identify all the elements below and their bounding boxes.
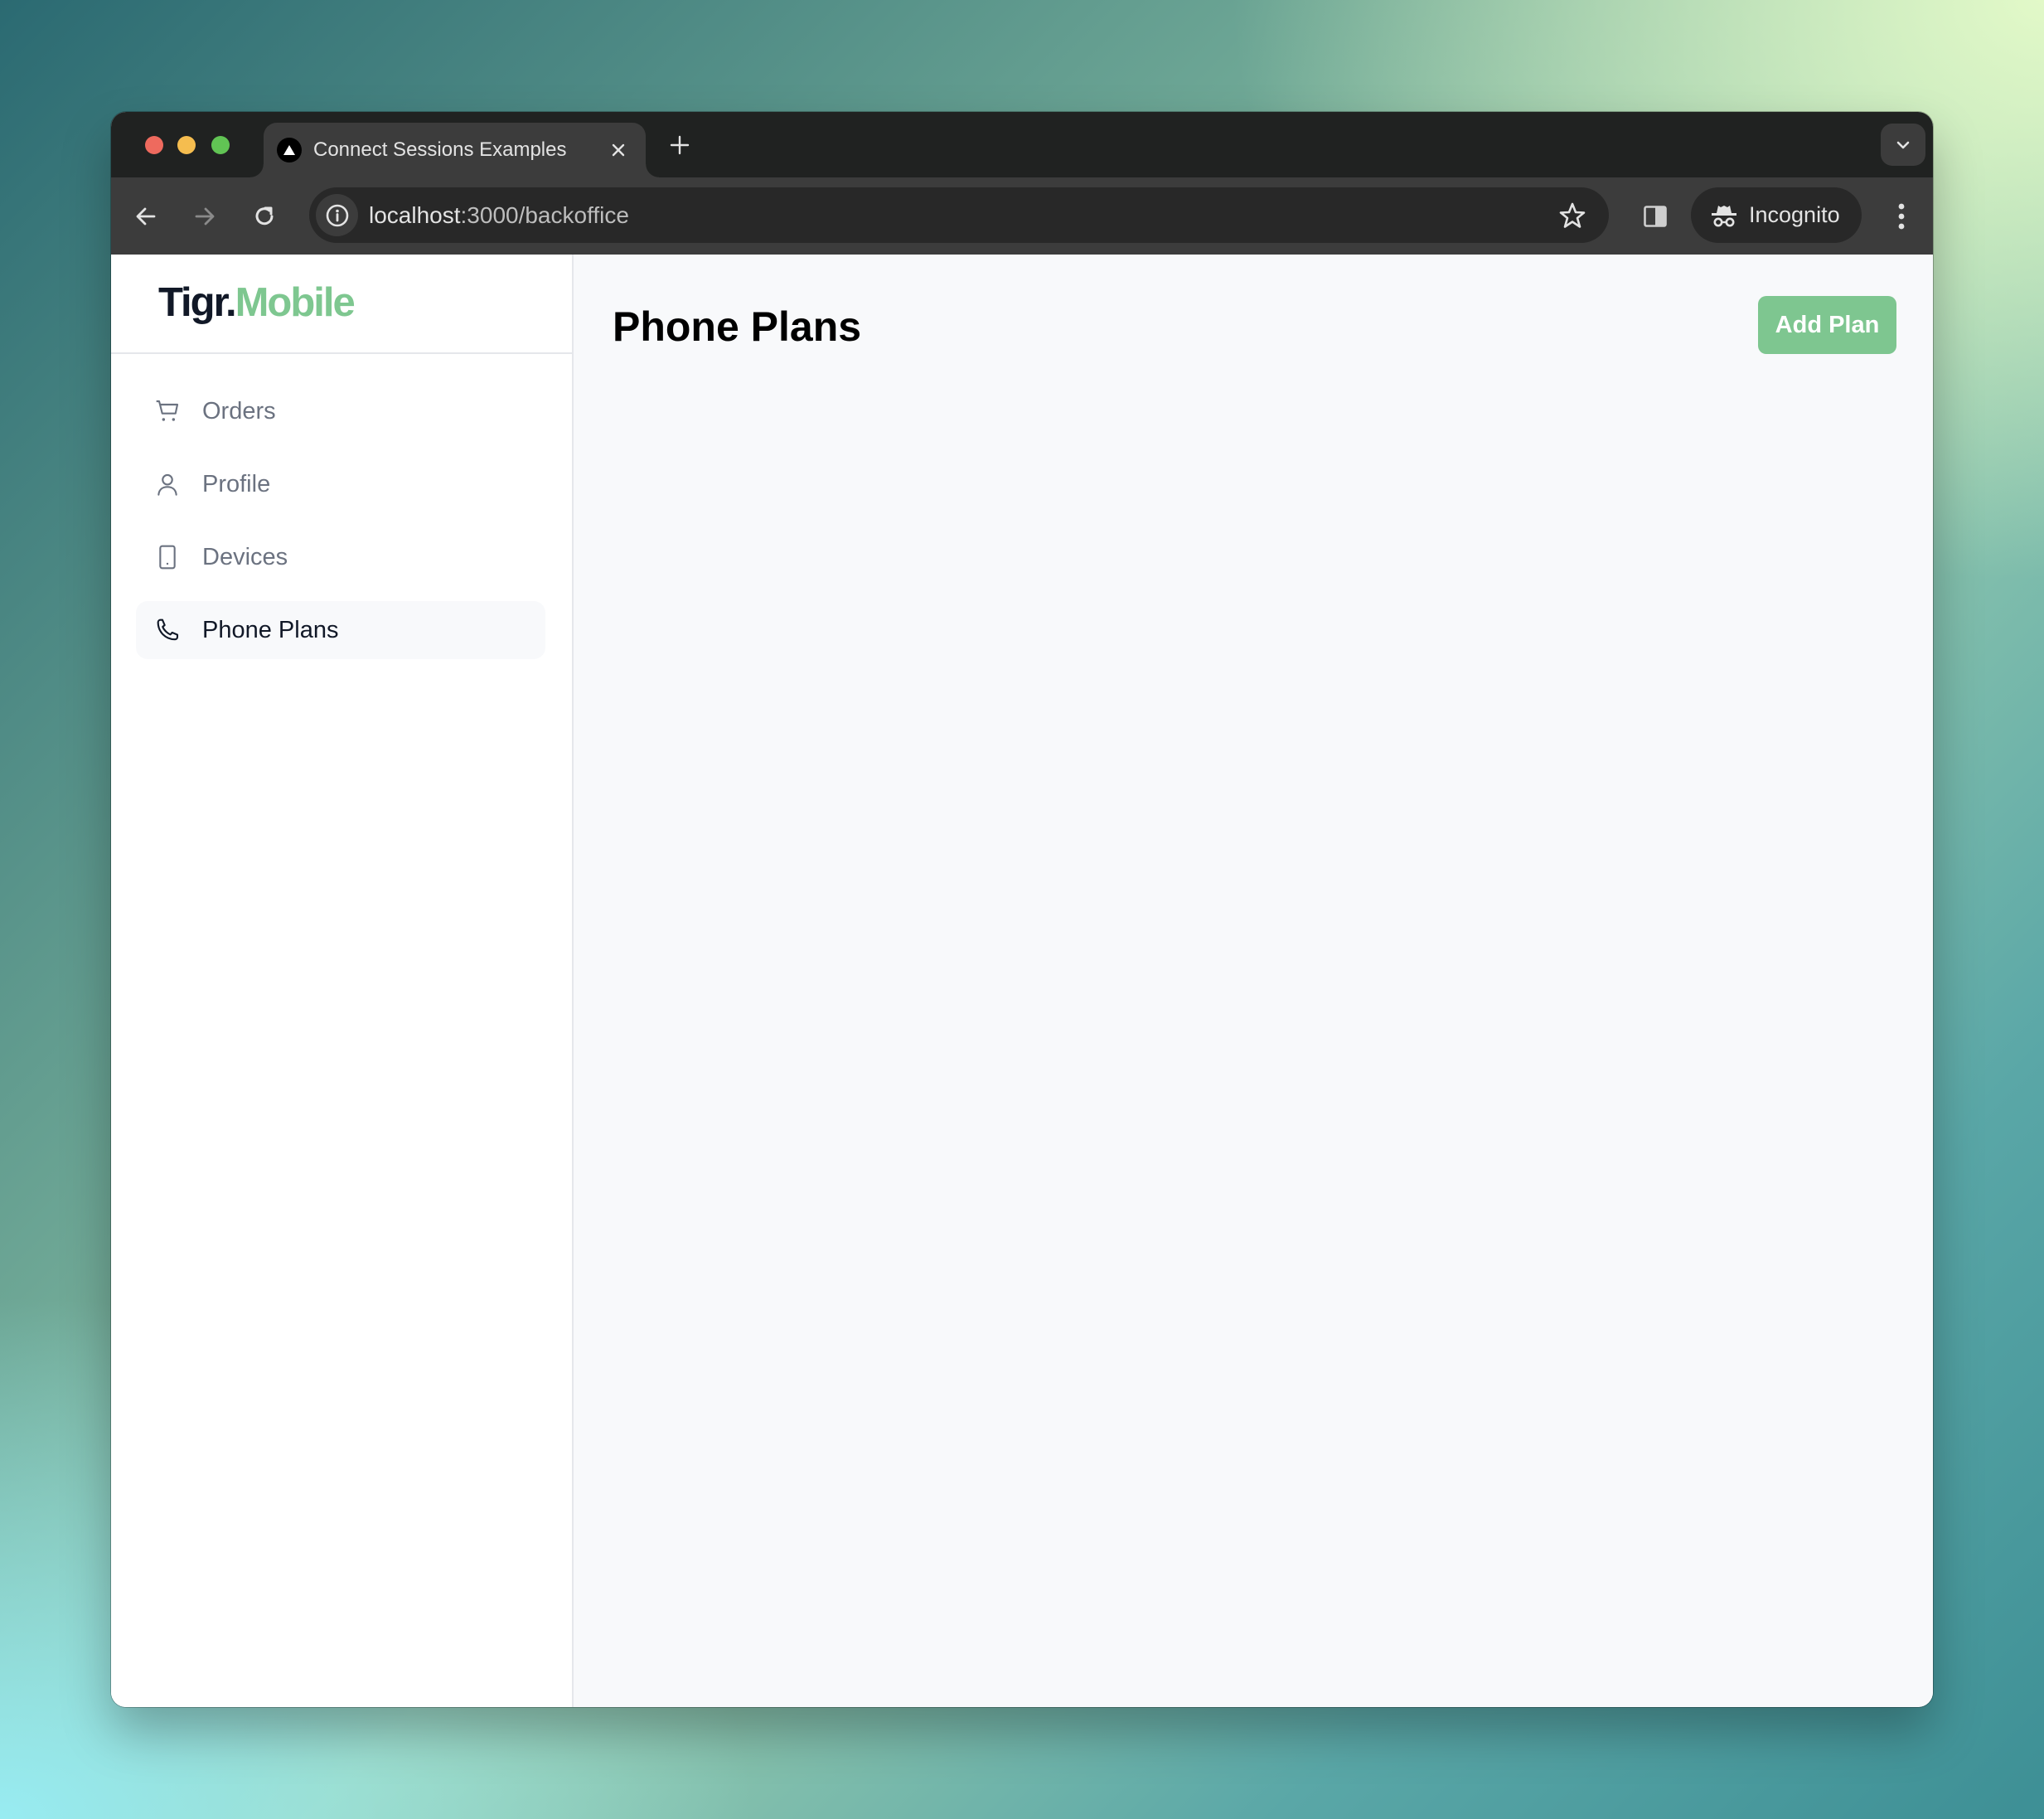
arrow-right-icon [195,207,215,226]
phone-icon [157,618,179,641]
user-icon [157,473,177,496]
browser-menu-button[interactable] [1885,197,1918,235]
sidebar-item-phone-plans[interactable]: Phone Plans [136,601,545,659]
tab-title: Connect Sessions Examples [313,138,567,161]
incognito-indicator[interactable]: Incognito [1691,187,1862,243]
browser-window: Connect Sessions Examples localhost:3000… [111,112,1933,1707]
url-host: localhost [369,202,461,228]
sidebar-item-devices[interactable]: Devices [136,528,545,586]
site-info-button[interactable] [316,194,358,236]
sidebar-item-label: Orders [202,397,276,424]
forward-button[interactable] [186,197,224,235]
side-panel-button[interactable] [1636,197,1674,235]
minimize-window-button[interactable] [177,136,196,154]
logo-part-2: Mobile [235,280,356,325]
tab-bar: Connect Sessions Examples [111,112,1933,177]
arrow-left-icon [136,207,156,226]
cart-icon [156,400,179,421]
info-icon [326,204,348,226]
add-plan-button[interactable]: Add Plan [1758,296,1896,354]
sidebar-item-label: Devices [202,543,288,570]
url-path: :3000/backoffice [460,202,629,228]
logo-part-1: Tigr. [158,280,237,325]
triangle-logo-icon [277,138,302,162]
side-panel-icon [1644,206,1667,227]
sidebar-item-orders[interactable]: Orders [136,382,545,440]
close-window-button[interactable] [145,136,163,154]
incognito-label: Incognito [1749,202,1840,227]
sidebar-item-profile[interactable]: Profile [136,455,545,513]
reload-icon [255,206,274,226]
sidebar-nav: Orders Profile Devices Phone Plans [136,382,545,674]
reload-button[interactable] [245,197,283,235]
page-title: Phone Plans [613,303,862,350]
sidebar-item-label: Profile [202,470,271,497]
brand-header: Tigr.Mobile [111,255,572,354]
logo[interactable]: Tigr.Mobile [158,278,356,327]
back-button[interactable] [127,197,165,235]
plus-icon [670,135,690,155]
page-content: Tigr.Mobile Orders Profile Devices Phone… [111,255,1933,1707]
bookmark-button[interactable] [1556,199,1589,232]
url-text[interactable]: localhost:3000/backoffice [369,187,629,243]
new-tab-button[interactable] [666,132,693,158]
sidebar-item-label: Phone Plans [202,616,339,643]
close-tab-icon[interactable] [606,138,631,162]
tablet-icon [159,545,176,570]
incognito-icon [1712,205,1736,226]
browser-toolbar: localhost:3000/backoffice Incognito [111,177,1933,255]
address-bar[interactable]: localhost:3000/backoffice [309,187,1609,243]
more-vertical-icon [1898,203,1905,230]
star-icon [1559,202,1586,228]
sidebar: Tigr.Mobile Orders Profile Devices Phone… [111,255,574,1707]
main-panel: Phone Plans Add Plan [574,255,1933,1707]
chevron-down-icon [1896,141,1910,148]
tab-search-button[interactable] [1881,124,1925,166]
maximize-window-button[interactable] [211,136,230,154]
browser-tab[interactable]: Connect Sessions Examples [250,123,659,177]
